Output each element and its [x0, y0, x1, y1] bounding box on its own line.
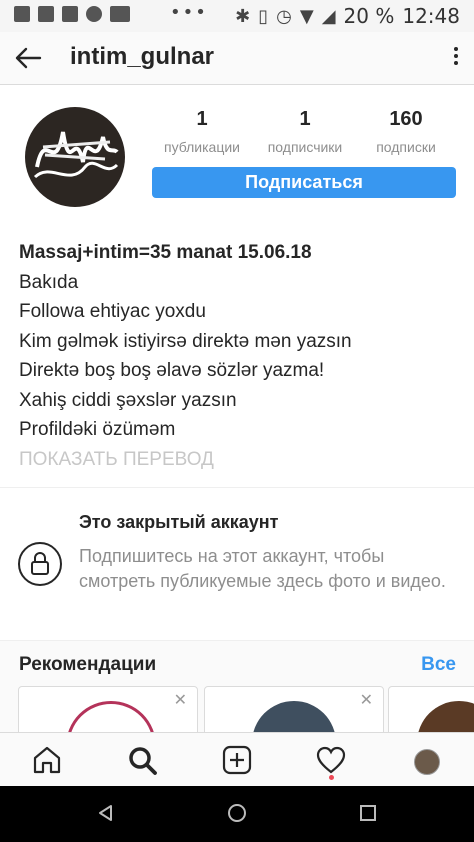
facebook-icon [38, 6, 54, 22]
profile-header: intim_gulnar [0, 32, 474, 85]
telegram-icon [86, 6, 102, 22]
see-all-link[interactable]: Все [421, 654, 456, 676]
bottom-navigation [0, 732, 474, 787]
home-icon[interactable] [30, 743, 64, 777]
search-icon[interactable] [125, 743, 159, 777]
system-status: ✱ ▯ ◷ ▼ ◢ 20 % 12:48 [235, 4, 460, 28]
stat-posts[interactable]: 1 публикации [152, 108, 252, 155]
stat-followers[interactable]: 1 подписчики [255, 108, 355, 155]
private-account-text: Подпишитесь на этот аккаунт, чтобы смотр… [79, 546, 446, 591]
avatar-scribble-image [33, 131, 119, 179]
lock-icon [18, 542, 62, 586]
following-count: 160 [389, 108, 423, 130]
facebook-icon [14, 6, 30, 22]
profile-tab-avatar[interactable] [414, 749, 440, 775]
show-translation-link[interactable]: ПОКАЗАТЬ ПЕРЕВОД [19, 445, 459, 475]
following-label: подписки [376, 139, 436, 155]
dismiss-icon[interactable]: ✕ [360, 693, 373, 709]
gmail-icon [110, 6, 130, 22]
vibrate-icon: ▯ [258, 5, 269, 27]
bio-line: Profildəki özüməm [19, 419, 176, 440]
divider [0, 487, 474, 488]
system-navigation-bar [0, 786, 474, 842]
followers-label: подписчики [267, 139, 343, 155]
bluetooth-icon: ✱ [235, 5, 251, 27]
notification-icons [14, 6, 130, 22]
facebook-icon [62, 6, 78, 22]
bio-line: Xahiş ciddi şəxslər yazsın [19, 389, 237, 411]
battery-level: 20 % [343, 4, 395, 28]
private-account-notice: Это закрытый аккаунт Подпишитесь на этот… [0, 497, 474, 637]
wifi-icon: ▼ [299, 5, 314, 27]
back-arrow-icon[interactable] [12, 42, 44, 74]
recommendations-title: Рекомендации [19, 654, 157, 675]
profile-username: intim_gulnar [70, 43, 215, 70]
posts-label: публикации [164, 139, 240, 155]
bio-name-line: Massaj+intim=35 manat 15.06.18 [19, 242, 312, 263]
bio-line: Kim gəlmək istiyirsə direktə mən yazsın [19, 330, 352, 352]
alarm-icon: ◷ [276, 5, 292, 27]
options-menu-icon[interactable] [452, 44, 460, 72]
bio-line: Bakıda [19, 271, 79, 293]
dismiss-icon[interactable]: ✕ [174, 693, 187, 709]
profile-bio: Massaj+intim=35 manat 15.06.18 Bakıda Fo… [19, 238, 459, 474]
profile-stats: 1 публикации 1 подписчики 160 подписки [152, 108, 456, 158]
bio-line: Direktə boş boş əlavə sözlər yazma! [19, 360, 325, 381]
bio-line: Followa ehtiyac yoxdu [19, 301, 206, 322]
system-back-icon[interactable] [96, 803, 116, 823]
system-recents-icon[interactable] [358, 803, 378, 823]
new-post-icon[interactable] [220, 743, 254, 777]
signal-icon: ◢ [321, 5, 336, 27]
posts-count: 1 [196, 108, 208, 130]
profile-avatar[interactable] [25, 107, 125, 207]
system-home-icon[interactable] [227, 803, 247, 823]
private-account-title: Это закрытый аккаунт [79, 512, 279, 532]
more-notifications-icon: ••• [170, 2, 208, 23]
follow-button[interactable]: Подписаться [152, 167, 456, 198]
activity-heart-icon[interactable] [314, 743, 348, 777]
recommendations-section: Рекомендации Все ✕ ✕ [0, 640, 474, 748]
clock: 12:48 [402, 4, 460, 28]
stat-following[interactable]: 160 подписки [356, 108, 456, 155]
followers-count: 1 [299, 108, 311, 130]
activity-notification-dot [329, 775, 334, 780]
status-bar: ••• ✱ ▯ ◷ ▼ ◢ 20 % 12:48 [0, 0, 474, 32]
